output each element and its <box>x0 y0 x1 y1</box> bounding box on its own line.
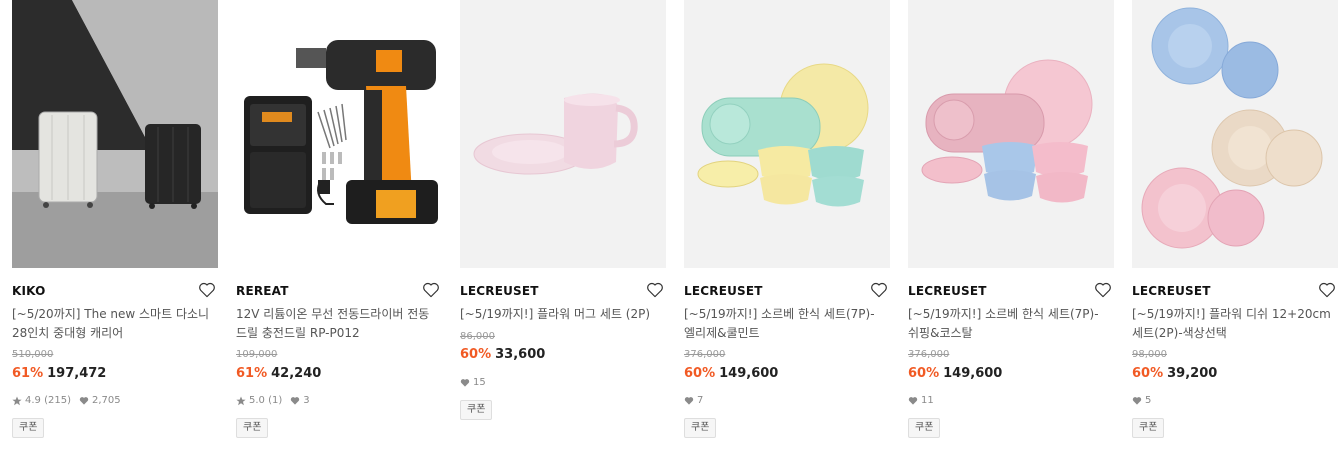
original-price: 376,000 <box>684 349 726 360</box>
original-price: 98,000 <box>1132 349 1167 360</box>
original-price: 510,000 <box>12 349 54 360</box>
brand-name[interactable]: LECREUSET <box>1132 284 1211 298</box>
star-icon <box>236 396 246 405</box>
discount-rate: 60% <box>908 366 940 381</box>
product-image[interactable] <box>460 0 666 268</box>
coupon-badge: 쿠폰 <box>908 418 941 438</box>
sale-price: 42,240 <box>271 366 322 381</box>
brand-name[interactable]: LECREUSET <box>684 284 763 298</box>
sale-price: 149,600 <box>719 366 779 381</box>
product-card[interactable]: LECREUSET [~5/19까지!] 플라워 디쉬 12+20cm세트(2P… <box>1132 0 1338 461</box>
review-meta: 11 <box>908 395 934 406</box>
rating-value: 5.0 <box>249 395 265 406</box>
product-card[interactable]: LECREUSET [~5/19까지!] 플라워 머그 세트 (2P) 86,0… <box>460 0 666 461</box>
discount-rate: 60% <box>684 366 716 381</box>
coupon-badge: 쿠폰 <box>460 400 493 420</box>
wishlist-heart-icon[interactable] <box>198 281 216 298</box>
likes-heart-icon <box>684 397 694 405</box>
review-meta: 15 <box>460 377 486 388</box>
price-line: 60% 39,200 <box>1132 366 1217 381</box>
brand-name[interactable]: KIKO <box>12 284 46 298</box>
rating-value: 4.9 <box>25 395 41 406</box>
likes-heart-icon <box>79 397 89 405</box>
like-count: 5 <box>1145 395 1152 406</box>
wishlist-heart-icon[interactable] <box>1318 281 1336 298</box>
sale-price: 149,600 <box>943 366 1003 381</box>
like-count: 2,705 <box>91 395 121 406</box>
likes-heart-icon <box>460 379 470 387</box>
brand-name[interactable]: REREAT <box>236 284 289 298</box>
wishlist-heart-icon[interactable] <box>422 281 440 298</box>
star-icon <box>12 396 22 405</box>
like-count: 7 <box>697 395 704 406</box>
coupon-badge: 쿠폰 <box>684 418 717 438</box>
brand-name[interactable]: LECREUSET <box>460 284 539 298</box>
likes-heart-icon <box>908 397 918 405</box>
discount-rate: 60% <box>460 347 492 362</box>
product-image[interactable] <box>12 0 218 268</box>
review-meta: 5.0 (1) 3 <box>236 395 310 406</box>
product-image[interactable] <box>908 0 1114 268</box>
wishlist-heart-icon[interactable] <box>646 281 664 298</box>
like-count: 15 <box>473 377 486 388</box>
sale-price: 197,472 <box>47 366 107 381</box>
coupon-badge: 쿠폰 <box>12 418 45 438</box>
product-name[interactable]: 12V 리튬이온 무선 전동드라이버 전동드릴 충전드릴 RP-P012 <box>236 305 436 343</box>
product-image[interactable] <box>1132 0 1338 268</box>
original-price: 109,000 <box>236 349 278 360</box>
price-line: 60% 149,600 <box>684 366 778 381</box>
product-card[interactable]: REREAT 12V 리튬이온 무선 전동드라이버 전동드릴 충전드릴 RP-P… <box>236 0 442 461</box>
price-line: 61% 197,472 <box>12 366 106 381</box>
price-line: 60% 33,600 <box>460 347 545 362</box>
review-meta: 5 <box>1132 395 1151 406</box>
wishlist-heart-icon[interactable] <box>1094 281 1112 298</box>
original-price: 376,000 <box>908 349 950 360</box>
review-count: (1) <box>268 395 283 406</box>
review-meta: 7 <box>684 395 703 406</box>
product-card[interactable]: LECREUSET [~5/19까지!] 소르베 한식 세트(7P)-쉬핑&코스… <box>908 0 1114 461</box>
product-name[interactable]: [~5/19까지!] 플라워 머그 세트 (2P) <box>460 305 660 324</box>
original-price: 86,000 <box>460 331 495 342</box>
like-count: 11 <box>921 395 934 406</box>
product-name[interactable]: [~5/20까지] The new 스마트 다소니 28인치 중대형 캐리어 <box>12 305 212 343</box>
product-name[interactable]: [~5/19까지!] 플라워 디쉬 12+20cm세트(2P)-색상선택 <box>1132 305 1332 343</box>
product-image[interactable] <box>684 0 890 268</box>
likes-heart-icon <box>1132 397 1142 405</box>
product-card[interactable]: LECREUSET [~5/19까지!] 소르베 한식 세트(7P)-엘리제&쿨… <box>684 0 890 461</box>
sale-price: 39,200 <box>1167 366 1218 381</box>
product-image[interactable] <box>236 0 442 268</box>
discount-rate: 61% <box>12 366 44 381</box>
sale-price: 33,600 <box>495 347 546 362</box>
like-count: 3 <box>303 395 310 406</box>
likes-heart-icon <box>291 397 300 405</box>
review-meta: 4.9 (215) 2,705 <box>12 395 121 406</box>
discount-rate: 60% <box>1132 366 1164 381</box>
price-line: 61% 42,240 <box>236 366 321 381</box>
coupon-badge: 쿠폰 <box>1132 418 1165 438</box>
discount-rate: 61% <box>236 366 268 381</box>
price-line: 60% 149,600 <box>908 366 1002 381</box>
product-name[interactable]: [~5/19까지!] 소르베 한식 세트(7P)-쉬핑&코스탈 <box>908 305 1108 343</box>
product-card[interactable]: KIKO [~5/20까지] The new 스마트 다소니 28인치 중대형 … <box>12 0 218 461</box>
brand-name[interactable]: LECREUSET <box>908 284 987 298</box>
wishlist-heart-icon[interactable] <box>870 281 888 298</box>
review-count: (215) <box>44 395 71 406</box>
coupon-badge: 쿠폰 <box>236 418 269 438</box>
product-name[interactable]: [~5/19까지!] 소르베 한식 세트(7P)-엘리제&쿨민트 <box>684 305 884 343</box>
